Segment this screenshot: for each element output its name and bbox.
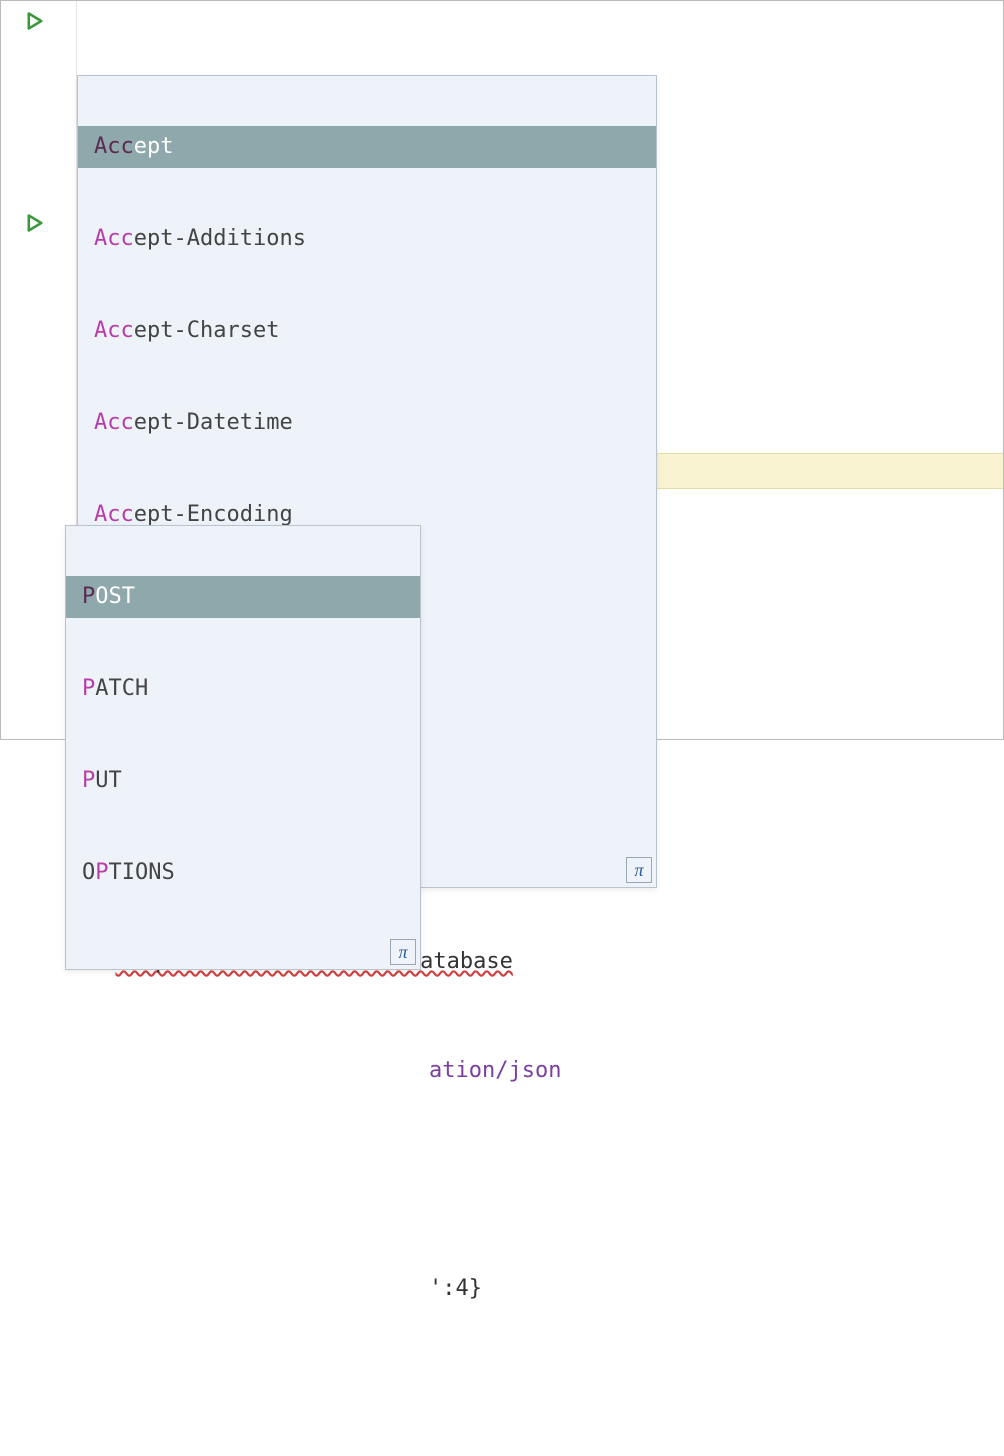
pre-text: O — [82, 860, 95, 885]
autocomplete-item[interactable]: Accept-Datetime — [78, 402, 656, 444]
match-text: P — [95, 860, 108, 885]
autocomplete-item[interactable]: PATCH — [66, 668, 420, 710]
pi-icon[interactable]: π — [626, 857, 652, 883]
run-icon[interactable] — [25, 11, 45, 31]
match-text: Acc — [94, 502, 134, 527]
body-fragment: ':4} — [429, 1276, 482, 1301]
autocomplete-methods[interactable]: POST PATCH PUT OPTIONS π — [65, 525, 421, 970]
rest-text: ept — [134, 134, 174, 159]
rest-text: TIONS — [109, 860, 175, 885]
rest-text: ept-Charset — [134, 318, 280, 343]
rest-text: ATCH — [95, 676, 148, 701]
match-text: Acc — [94, 134, 134, 159]
rest-text: ept-Additions — [134, 226, 306, 251]
rest-text: OST — [95, 584, 135, 609]
code-line-empty — [89, 1163, 1003, 1197]
autocomplete-item[interactable]: POST — [66, 576, 420, 618]
rest-text: UT — [95, 768, 122, 793]
pi-icon[interactable]: π — [390, 939, 416, 965]
rest-text: ept-Datetime — [134, 410, 293, 435]
match-text: Acc — [94, 318, 134, 343]
match-text: P — [82, 676, 95, 701]
autocomplete-item[interactable]: PUT — [66, 760, 420, 802]
run-icon[interactable] — [25, 213, 45, 233]
content-type-value: ation/json — [429, 1058, 561, 1083]
editor-panel: GET http://localhost:8080/database Acc: … — [1, 1, 1003, 739]
code-line[interactable]: ation/json — [89, 1054, 1003, 1088]
autocomplete-item[interactable]: Accept — [78, 126, 656, 168]
code-line[interactable]: ':4} — [89, 1272, 1003, 1306]
autocomplete-item[interactable]: Accept-Charset — [78, 310, 656, 352]
match-text: P — [82, 768, 95, 793]
code-area[interactable]: GET http://localhost:8080/database Acc: … — [77, 1, 1003, 739]
rest-text: ept-Encoding — [134, 502, 293, 527]
match-text: Acc — [94, 226, 134, 251]
autocomplete-item[interactable]: Accept-Additions — [78, 218, 656, 260]
match-text: P — [82, 584, 95, 609]
autocomplete-item[interactable]: OPTIONS — [66, 852, 420, 894]
match-text: Acc — [94, 410, 134, 435]
